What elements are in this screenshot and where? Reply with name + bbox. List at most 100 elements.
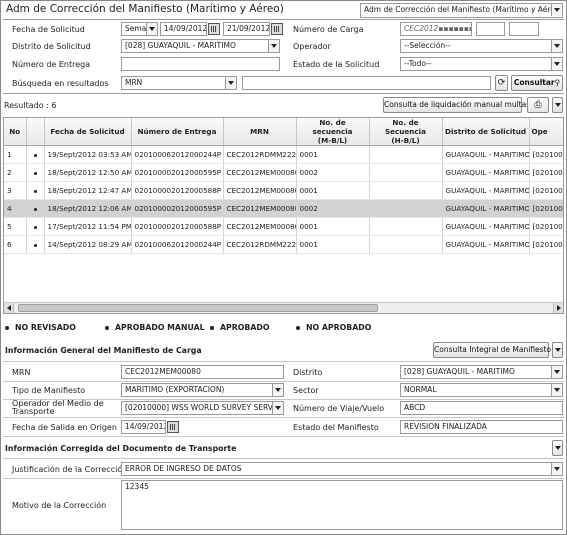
fecha-salida-field[interactable]: 14/09/2012 [121,420,166,434]
col-header-no[interactable]: No [4,118,27,146]
print-button[interactable]: ⎙ [527,97,549,113]
legend-no-revisado: NO REVISADO [5,323,76,332]
justificacion-label: Justificación de la Corrección [12,465,128,474]
status-dot-icon [33,226,37,229]
consultar-button[interactable]: Consultar⚲ [511,75,563,91]
cell-seq-mbl: 0002 [296,199,370,218]
horizontal-scrollbar[interactable] [4,302,563,313]
table-row[interactable]: 4 18/Sept/2012 12:06 AM 020100002012000595… [4,199,563,218]
tipo-manifiesto-field[interactable]: MARITIMO (EXPORTACION) [121,383,284,397]
cell-fecha: 19/Sept/2012 03:53 AM [44,145,132,164]
chevron-down-icon [225,77,236,89]
cell-status [26,181,45,200]
page-title: Adm de Corrección del Manifiesto (Maríti… [6,3,284,15]
mrn-field: CEC2012MEM00080 [121,365,284,379]
cell-ope: [0201006 [529,235,563,254]
calendar-icon[interactable] [208,23,220,35]
status-dot-icon [33,190,37,193]
chevron-down-icon [551,40,562,52]
busqueda-input[interactable] [242,76,491,90]
scroll-left-arrow[interactable] [4,303,14,313]
status-dot-icon [33,154,37,157]
refresh-button[interactable]: ⟳ [495,75,508,91]
chevron-down-icon [551,463,562,475]
legend-aprobado: APROBADO [210,323,269,332]
consulta-integral-button[interactable]: Consulta Integral de Manifiesto [433,342,551,358]
cell-seq-mbl: 0001 [296,145,370,164]
col-header-seq-hbl[interactable]: No. de Secuencia (H-B/L) [369,118,443,146]
numero-entrega-input[interactable] [121,57,280,71]
justificacion-field[interactable]: ERROR DE INGRESO DE DATOS [121,462,563,476]
cell-ope: [0201000 [529,199,563,218]
col-header-mrn[interactable]: MRN [223,118,297,146]
menu-select[interactable]: Adm de Corrección del Manifiesto (Maríti… [360,3,563,18]
cell-no: 1 [4,145,27,164]
consulta-liquidacion-button[interactable]: Consulta de liquidación manual multas [383,97,530,113]
distrito-select[interactable]: [028] GUAYAQUIL - MARITIMO [121,39,280,53]
chevron-down-icon [554,446,561,450]
calendar-icon[interactable] [167,421,179,433]
cell-fecha: 18/Sept/2012 12:47 AM [44,181,132,200]
operador-transporte-label: Operador del Medio de Transporte [12,399,104,416]
operador-label: Operador [293,42,331,51]
table-row[interactable]: 1 19/Sept/2012 03:53 AM 020100062012000244… [4,145,563,164]
period-select[interactable]: Semanı [121,22,158,36]
scroll-right-arrow[interactable] [553,303,563,313]
cell-no: 5 [4,217,27,236]
fecha-salida-label: Fecha de Salida en Origen [12,423,117,432]
busqueda-select[interactable]: MRN [121,76,237,90]
table-row[interactable]: 6 14/Sept/2012 08:29 AM 020100062012000244… [4,235,563,254]
col-header-seq-mbl[interactable]: No. de secuencia (M-B/L) [296,118,370,146]
info-corregida-collapse-button[interactable] [552,440,563,456]
scroll-thumb[interactable] [18,304,378,312]
distrito-field[interactable]: [028] GUAYAQUIL - MARITIMO [400,365,563,379]
chevron-down-icon [554,348,561,352]
motivo-label: Motivo de la Corrección [12,501,107,510]
table-row[interactable]: 5 17/Sept/2012 11:54 PM 020100002012000588… [4,217,563,236]
cell-distrito: GUAYAQUIL - MARITIMO [442,145,530,164]
motivo-textarea[interactable]: 12345 [121,480,563,530]
print-options-button[interactable] [552,97,563,113]
cell-seq-hbl [369,217,443,236]
numero-carga-part2-input[interactable] [476,22,505,36]
cell-no: 2 [4,163,27,182]
consulta-integral-options-button[interactable] [552,342,563,358]
legend-aprobado-manual: APROBADO MANUAL [105,323,205,332]
cell-entrega: 020100062012000244P [131,145,224,164]
cell-mrn: CEC2012MEM00080 [223,181,297,200]
mrn-label: MRN [12,368,31,377]
chevron-down-icon [551,4,562,16]
date-to-input[interactable]: 21/09/2012 [223,22,270,36]
result-count: Resultado : 6 [4,101,57,110]
sector-field[interactable]: NORMAL [400,383,563,397]
col-header-entrega[interactable]: Número de Entrega [131,118,224,146]
table-row[interactable]: 2 18/Sept/2012 12:50 AM 020100002012000595… [4,163,563,182]
col-header-fecha[interactable]: Fecha de Solicitud [44,118,132,146]
numero-viaje-label: Número de Viaje/Vuelo [293,404,385,413]
date-from-input[interactable]: 14/09/2012 [160,22,207,36]
operador-select[interactable]: --Selección-- [400,39,563,53]
cell-fecha: 18/Sept/2012 12:50 AM [44,163,132,182]
grid-header-row: No Fecha de Solicitud Número de Entrega … [4,118,563,146]
refresh-icon: ⟳ [497,78,506,88]
cell-no: 3 [4,181,27,200]
chevron-down-icon [551,366,562,378]
col-header-status[interactable] [26,118,45,146]
cell-fecha: 14/Sept/2012 08:29 AM [44,235,132,254]
cell-seq-hbl [369,199,443,218]
info-general-title: Información General del Manifiesto de Ca… [5,346,202,355]
cell-entrega: 020100002012000595P [131,163,224,182]
numero-carga-part3-input[interactable] [509,22,539,36]
estado-manifiesto-label: Estado del Manifiesto [293,423,379,432]
calendar-icon[interactable] [271,23,283,35]
cell-entrega: 020100002012000588P [131,217,224,236]
table-row[interactable]: 3 18/Sept/2012 12:47 AM 020100002012000588… [4,181,563,200]
legend-no-aprobado: NO APROBADO [296,323,371,332]
col-header-distrito[interactable]: Distrito de Solicitud [442,118,530,146]
numero-carga-input[interactable]: CEC2012▪▪▪▪▪▪▪▪ [400,22,472,36]
estado-select[interactable]: --Todo-- [400,57,563,71]
fecha-solicitud-label: Fecha de Solicitud [12,25,85,34]
operador-transporte-field[interactable]: [02010000] WSS WORLD SURVEY SERVICES [121,401,284,415]
cell-no: 6 [4,235,27,254]
col-header-ope[interactable]: Ope [529,118,563,146]
